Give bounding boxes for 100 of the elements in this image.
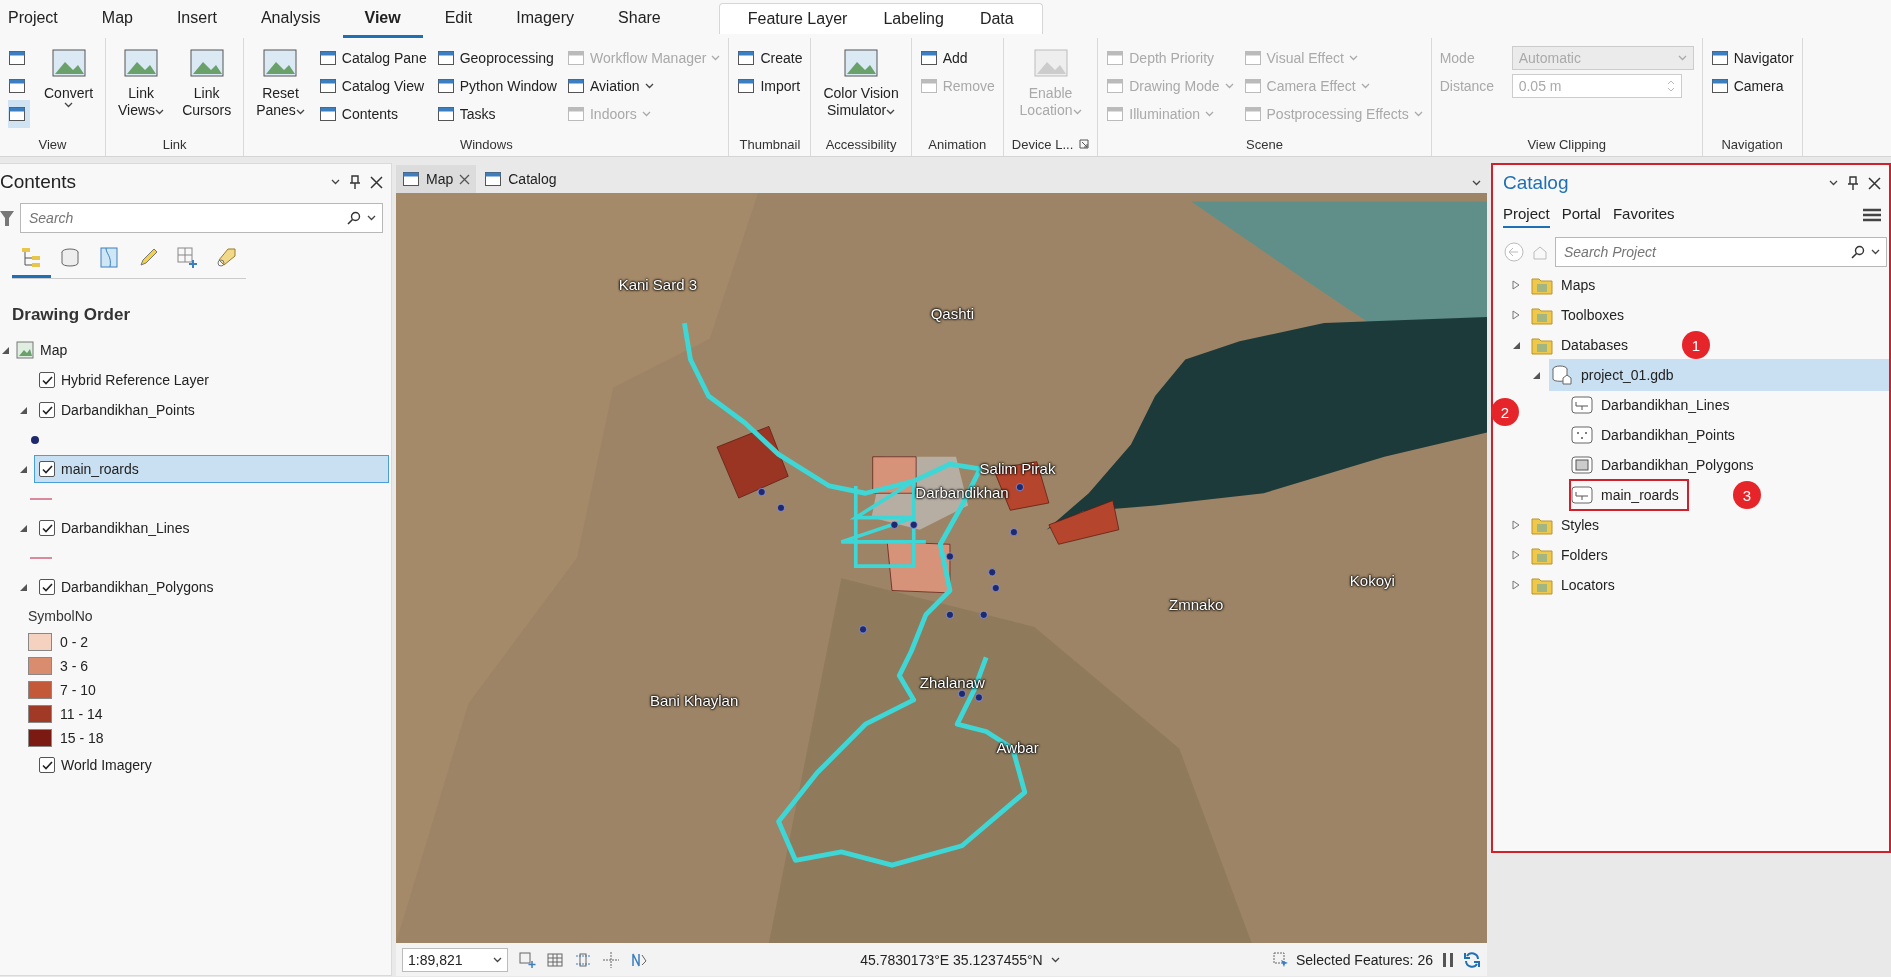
ribbon-button[interactable]: Catalog Pane	[318, 44, 427, 72]
catalog-item[interactable]: Styles	[1529, 509, 1610, 541]
layer-row[interactable]: Darbandikhan_Points	[34, 396, 389, 424]
expanded-triangle-icon[interactable]	[18, 582, 28, 592]
window-icon	[8, 77, 26, 95]
layer-row[interactable]: main_roards	[34, 455, 389, 483]
grid-add-icon[interactable]	[518, 950, 536, 969]
collapsed-triangle-icon[interactable]	[1511, 580, 1521, 590]
search-icon[interactable]	[1851, 245, 1865, 259]
pane-tab[interactable]: Favorites	[1612, 201, 1675, 228]
pane-tab[interactable]: Project	[1503, 201, 1550, 228]
catalog-item[interactable]: Folders	[1529, 539, 1618, 571]
pin-icon[interactable]	[1848, 176, 1858, 190]
window-icon	[919, 49, 938, 67]
launcher-icon[interactable]	[1079, 139, 1090, 149]
document-tab[interactable]: Map	[396, 165, 477, 193]
checkbox[interactable]	[39, 372, 55, 388]
toolbar-icon-button[interactable]	[8, 100, 30, 128]
expanded-triangle-icon[interactable]	[1511, 340, 1521, 350]
catalog-item[interactable]: Darbandikhan_Points	[1569, 419, 1745, 451]
ribbon-button[interactable]: Link Cursors	[178, 44, 236, 128]
window-icon	[566, 49, 585, 67]
ribbon-button[interactable]: Catalog View	[318, 72, 427, 100]
window-icon	[436, 105, 455, 123]
collapsed-triangle-icon[interactable]	[1511, 520, 1521, 530]
window-icon	[737, 77, 756, 95]
catalog-item[interactable]: Darbandikhan_Polygons	[1569, 449, 1764, 481]
ribbon-button[interactable]: Python Window	[436, 72, 557, 100]
layer-row[interactable]: World Imagery	[34, 751, 389, 779]
catalog-item[interactable]: main_roards	[1569, 479, 1689, 511]
catalog-item[interactable]: Toolboxes	[1529, 299, 1635, 331]
coordinates-readout: 45.7830173°E 35.1237455°N	[860, 951, 1043, 968]
checkbox[interactable]	[39, 461, 55, 477]
ribbon-button[interactable]: Contents	[318, 100, 427, 128]
close-icon[interactable]	[459, 173, 471, 185]
catalog-item[interactable]: Locators	[1529, 569, 1625, 601]
legend-label: 15 - 18	[60, 730, 104, 746]
ribbon-button[interactable]: Color Vision Simulator	[819, 44, 903, 128]
contextual-tab[interactable]: Data	[961, 4, 1032, 34]
refresh-icon[interactable]	[1463, 950, 1481, 969]
pin-icon[interactable]	[350, 175, 360, 189]
pane-title: Contents	[0, 171, 77, 193]
search-input[interactable]: Search Project	[1562, 243, 1845, 261]
ribbon-tab[interactable]: Insert	[154, 9, 239, 38]
document-tab[interactable]: Catalog	[478, 165, 563, 193]
catalog-item[interactable]: project_01.gdb	[1549, 359, 1889, 391]
ribbon-tab[interactable]: Project	[8, 9, 80, 38]
grid-icon[interactable]	[546, 950, 564, 969]
expanded-triangle-icon[interactable]	[1531, 370, 1541, 380]
folder-icon	[1531, 515, 1553, 535]
layer-row[interactable]: Darbandikhan_Lines	[34, 514, 389, 542]
expanded-triangle-icon[interactable]	[18, 523, 28, 533]
checkbox[interactable]	[39, 757, 55, 773]
ribbon-button[interactable]: Aviation	[566, 72, 721, 100]
search-field[interactable]: Search Project	[1555, 237, 1887, 267]
ribbon-button[interactable]: Import	[737, 72, 803, 100]
ribbon-tab[interactable]: Imagery	[494, 9, 597, 38]
layer-row[interactable]: Darbandikhan_Polygons	[34, 573, 389, 601]
close-icon[interactable]	[1868, 176, 1881, 190]
catalog-item[interactable]: Maps	[1529, 269, 1606, 301]
window-icon	[566, 77, 585, 95]
ribbon-button[interactable]: Navigator	[1710, 44, 1794, 72]
search-input[interactable]: Search	[27, 209, 341, 227]
expanded-triangle-icon[interactable]	[18, 464, 28, 474]
ribbon-tab[interactable]: Analysis	[238, 9, 343, 38]
ribbon-button[interactable]: Tasks	[436, 100, 557, 128]
ribbon-tab[interactable]: Share	[596, 9, 683, 38]
ribbon-tab[interactable]: Edit	[422, 9, 495, 38]
collapsed-triangle-icon[interactable]	[1511, 550, 1521, 560]
search-field[interactable]: Search	[20, 203, 383, 233]
checkbox[interactable]	[39, 520, 55, 536]
ribbon-button[interactable]: Reset Panes	[252, 44, 309, 128]
ribbon-tab[interactable]: Map	[79, 9, 155, 38]
annotation-marker: 1	[1681, 331, 1710, 359]
layer-row[interactable]: Hybrid Reference Layer	[34, 366, 389, 394]
scale-dropdown[interactable]: 1:89,821	[402, 947, 508, 972]
catalog-item[interactable]: Databases	[1529, 329, 1638, 361]
expanded-triangle-icon[interactable]	[18, 405, 28, 415]
tree-item[interactable]: Map	[40, 342, 68, 358]
ribbon-button[interactable]: Add	[919, 44, 995, 72]
collapsed-triangle-icon[interactable]	[1511, 280, 1521, 290]
ribbon-button[interactable]: Geoprocessing	[436, 44, 557, 72]
checkbox[interactable]	[39, 402, 55, 418]
ribbon-button[interactable]: Create	[737, 44, 803, 72]
select-features-icon[interactable]	[1272, 950, 1290, 969]
snapping-icon[interactable]	[574, 950, 592, 969]
catalog-item[interactable]: Darbandikhan_Lines	[1569, 389, 1740, 421]
collapsed-triangle-icon[interactable]	[1511, 310, 1521, 320]
search-icon[interactable]	[347, 211, 361, 225]
filter-icon[interactable]	[0, 209, 14, 227]
ribbon-button[interactable]: Convert	[40, 44, 98, 128]
menu-icon[interactable]	[1863, 207, 1881, 222]
ribbon-button[interactable]: Link Views	[114, 44, 169, 128]
checkbox[interactable]	[39, 579, 55, 595]
ribbon-button[interactable]: Camera	[1710, 72, 1794, 100]
contextual-tab[interactable]: Feature Layer	[729, 4, 866, 34]
expanded-triangle-icon[interactable]	[0, 345, 10, 355]
contextual-tab[interactable]: Labeling	[865, 4, 962, 34]
pane-tab[interactable]: Portal	[1561, 201, 1601, 228]
close-icon[interactable]	[370, 175, 383, 189]
